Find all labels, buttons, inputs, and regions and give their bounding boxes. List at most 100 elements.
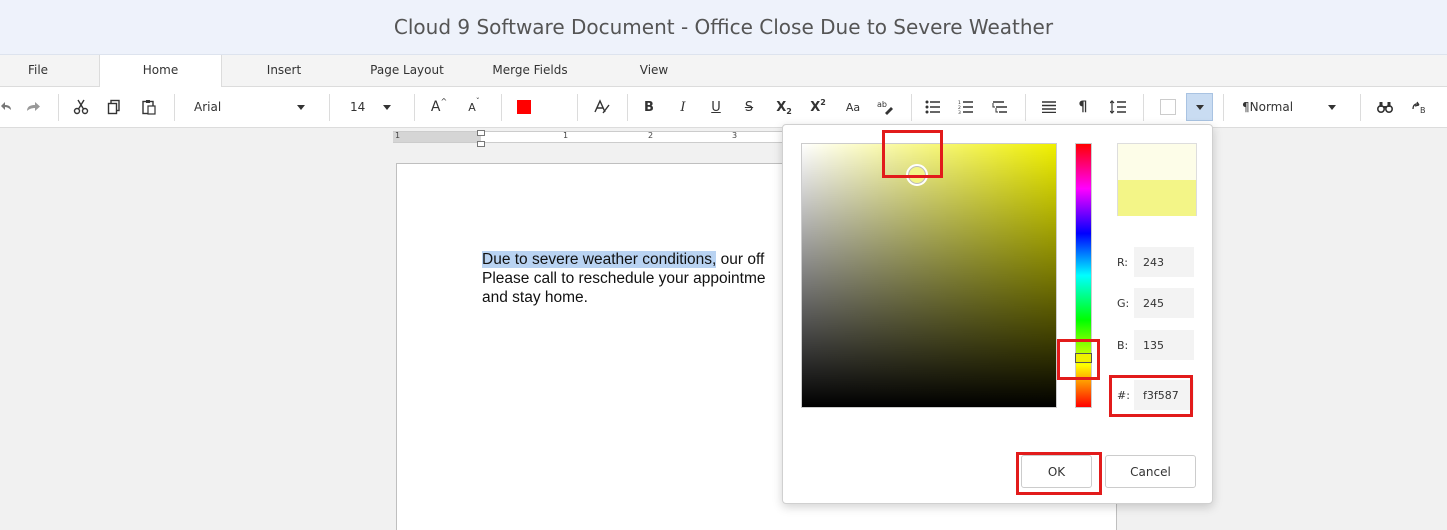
blue-input[interactable]: 135 bbox=[1134, 330, 1194, 360]
paragraph-style-value: ¶Normal bbox=[1242, 100, 1294, 114]
hue-slider-handle[interactable] bbox=[1075, 353, 1092, 363]
numbered-list-button[interactable]: 123 bbox=[955, 95, 977, 119]
superscript-button[interactable]: X2 bbox=[807, 95, 829, 119]
tab-file[interactable]: File bbox=[0, 55, 76, 87]
strikethrough-button[interactable]: S bbox=[738, 95, 760, 119]
font-size-select[interactable]: 14 bbox=[350, 95, 400, 119]
hue-slider[interactable] bbox=[1075, 143, 1092, 408]
font-name-value: Arial bbox=[194, 100, 222, 114]
find-button[interactable] bbox=[1374, 95, 1396, 119]
align-button[interactable] bbox=[1038, 95, 1060, 119]
document-body[interactable]: Due to severe weather conditions, our of… bbox=[482, 250, 765, 307]
clear-format-icon bbox=[594, 99, 610, 114]
hex-input[interactable]: f3f587 bbox=[1134, 380, 1194, 410]
chevron-down-icon bbox=[1196, 105, 1204, 110]
ruler-number: 1 bbox=[563, 131, 569, 140]
font-name-select[interactable]: Arial bbox=[194, 95, 314, 119]
tab-insert[interactable]: Insert bbox=[240, 55, 328, 87]
toolbar: Arial 14 A^ Aˇ B I U S X2 X2 Aa ab 123 bbox=[0, 87, 1447, 197]
document-line-2: Please call to reschedule your appointme bbox=[482, 270, 766, 287]
shrink-font-icon: A bbox=[468, 100, 476, 114]
numbered-list-icon: 123 bbox=[958, 100, 973, 114]
cut-button[interactable] bbox=[70, 95, 92, 119]
hex-label: #: bbox=[1117, 389, 1130, 402]
binoculars-icon bbox=[1377, 102, 1393, 113]
highlighter-icon: ab bbox=[877, 100, 893, 115]
bullet-list-icon bbox=[925, 100, 940, 114]
cancel-button[interactable]: Cancel bbox=[1105, 455, 1196, 488]
italic-button[interactable]: I bbox=[672, 95, 694, 119]
replace-icon: B bbox=[1412, 101, 1426, 114]
tab-home[interactable]: Home bbox=[99, 55, 222, 88]
redo-icon bbox=[27, 102, 40, 111]
paragraph-style-select[interactable]: ¶Normal bbox=[1242, 95, 1342, 119]
ruler-indent-marker[interactable] bbox=[477, 130, 485, 136]
multilevel-list-button[interactable] bbox=[989, 95, 1011, 119]
superscript-icon: X bbox=[810, 99, 821, 115]
tab-view[interactable]: View bbox=[620, 55, 688, 87]
ruler-number: 3 bbox=[732, 131, 738, 140]
bold-button[interactable]: B bbox=[638, 95, 660, 119]
font-color-swatch bbox=[517, 100, 531, 114]
ribbon-tabs: File Home Insert Page Layout Merge Field… bbox=[0, 55, 1447, 88]
svg-text:3: 3 bbox=[958, 110, 961, 114]
document-line-3: and stay home. bbox=[482, 289, 588, 306]
shading-swatch bbox=[1160, 99, 1176, 115]
ok-button[interactable]: OK bbox=[1021, 455, 1092, 488]
grow-font-button[interactable]: A ^ bbox=[428, 95, 450, 119]
red-label: R: bbox=[1117, 256, 1129, 269]
undo-icon bbox=[1, 102, 11, 110]
document-text: our off bbox=[716, 251, 765, 268]
ruler-number: 1 bbox=[395, 131, 401, 140]
new-color-swatch bbox=[1118, 180, 1196, 216]
paste-button[interactable] bbox=[138, 95, 160, 119]
tab-page-layout[interactable]: Page Layout bbox=[356, 55, 458, 87]
color-picker-dialog: R: 243 G: 245 B: 135 #: f3f587 OK Cancel bbox=[782, 124, 1213, 504]
color-preview bbox=[1117, 143, 1197, 216]
red-input[interactable]: 243 bbox=[1134, 247, 1194, 277]
paste-icon bbox=[142, 100, 156, 115]
svg-text:B: B bbox=[1420, 106, 1426, 114]
chevron-down-icon bbox=[383, 105, 391, 110]
ruler-number: 2 bbox=[648, 131, 654, 140]
shading-dropdown-button[interactable] bbox=[1186, 93, 1213, 121]
font-size-value: 14 bbox=[350, 100, 366, 114]
shading-color-button[interactable] bbox=[1157, 95, 1179, 119]
undo-button[interactable] bbox=[0, 95, 14, 119]
svg-text:ab: ab bbox=[877, 100, 887, 109]
line-spacing-icon bbox=[1110, 100, 1126, 114]
previous-color-swatch bbox=[1118, 144, 1196, 180]
horizontal-ruler: 1 1 2 3 bbox=[393, 130, 783, 147]
copy-button[interactable] bbox=[103, 95, 125, 119]
saturation-value-area[interactable] bbox=[801, 143, 1057, 408]
multilevel-list-icon bbox=[992, 101, 1007, 113]
line-spacing-button[interactable] bbox=[1107, 95, 1129, 119]
blue-label: B: bbox=[1117, 339, 1129, 352]
font-color-button[interactable] bbox=[513, 95, 535, 119]
chevron-down-icon bbox=[1328, 105, 1336, 110]
green-input[interactable]: 245 bbox=[1134, 288, 1194, 318]
ruler-hanging-marker[interactable] bbox=[477, 141, 485, 147]
redo-button[interactable] bbox=[22, 95, 44, 119]
grow-font-icon: A bbox=[430, 99, 441, 115]
subscript-icon: X bbox=[776, 99, 787, 115]
document-line-1: Due to severe weather conditions, our of… bbox=[482, 250, 765, 269]
subscript-button[interactable]: X2 bbox=[773, 95, 795, 119]
highlight-button[interactable]: ab bbox=[874, 95, 896, 119]
underline-button[interactable]: U bbox=[705, 95, 727, 119]
copy-icon bbox=[107, 99, 120, 115]
shrink-font-button[interactable]: Aˇ bbox=[463, 95, 485, 119]
window-title: Cloud 9 Software Document - Office Close… bbox=[393, 15, 1054, 39]
tab-merge-fields[interactable]: Merge Fields bbox=[480, 55, 580, 87]
bullet-list-button[interactable] bbox=[922, 95, 944, 119]
scissors-icon bbox=[73, 99, 89, 115]
replace-button[interactable]: B bbox=[1408, 95, 1430, 119]
selected-text: Due to severe weather conditions, bbox=[482, 251, 717, 268]
clear-format-button[interactable] bbox=[591, 95, 613, 119]
paragraph-marks-button[interactable]: ¶ bbox=[1072, 95, 1094, 119]
align-justify-icon bbox=[1042, 101, 1056, 113]
saturation-handle[interactable] bbox=[906, 164, 928, 186]
chevron-down-icon bbox=[297, 105, 305, 110]
change-case-button[interactable]: Aa bbox=[841, 95, 865, 119]
green-label: G: bbox=[1117, 297, 1130, 310]
